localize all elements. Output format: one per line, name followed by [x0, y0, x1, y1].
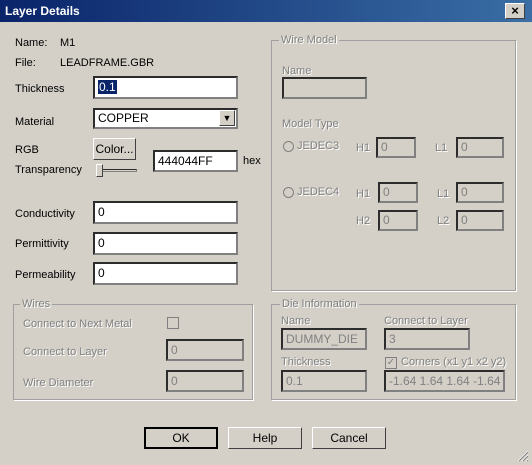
jedec4-l1-value: 0 — [461, 185, 468, 199]
die-thickness-value: 0.1 — [286, 374, 303, 388]
jedec4-h2-input[interactable]: 0 — [378, 210, 418, 231]
wire-model-name-input[interactable] — [282, 77, 367, 99]
color-hex-input[interactable]: 444044FF — [153, 150, 238, 172]
color-button[interactable]: Color... — [93, 138, 136, 160]
transparency-slider-thumb[interactable] — [96, 164, 103, 177]
die-name-input[interactable]: DUMMY_DIE — [281, 328, 367, 350]
jedec4-l2-input[interactable]: 0 — [456, 210, 504, 231]
wires-connect-layer-input[interactable]: 0 — [166, 339, 244, 361]
transparency-label: Transparency — [15, 164, 82, 176]
jedec4-label: JEDEC4 — [297, 186, 340, 198]
die-connect-layer-label: Connect to Layer — [384, 315, 468, 327]
thickness-input[interactable]: 0.1 — [93, 76, 238, 99]
jedec3-h1-input[interactable]: 0 — [376, 137, 416, 158]
thickness-value: 0.1 — [98, 80, 117, 94]
jedec4-h2-label: H2 — [356, 215, 371, 227]
permittivity-input[interactable]: 0 — [93, 232, 238, 255]
wires-connect-layer-value: 0 — [171, 343, 178, 357]
connect-next-metal-label: Connect to Next Metal — [23, 318, 132, 330]
file-value: LEADFRAME.GBR — [60, 57, 155, 69]
jedec4-l1-input[interactable]: 0 — [456, 182, 504, 203]
conductivity-label: Conductivity — [15, 208, 75, 220]
permittivity-label: Permittivity — [15, 238, 69, 250]
jedec3-label: JEDEC3 — [297, 140, 340, 152]
jedec3-l1-value: 0 — [461, 140, 468, 154]
jedec4-h1-input[interactable]: 0 — [378, 182, 418, 203]
conductivity-value: 0 — [98, 205, 105, 219]
permeability-value: 0 — [98, 266, 105, 280]
connect-next-metal-checkbox[interactable] — [167, 317, 179, 329]
permeability-input[interactable]: 0 — [93, 262, 238, 285]
close-button[interactable]: × — [505, 3, 525, 19]
corners-input[interactable]: -1.64 1.64 1.64 -1.64 — [384, 370, 505, 392]
jedec4-h2-value: 0 — [383, 213, 390, 227]
file-label: File: — [15, 57, 36, 69]
jedec4-l1-label: L1 — [437, 188, 450, 200]
jedec3-radio[interactable] — [283, 141, 294, 152]
color-hex-value: 444044FF — [158, 154, 213, 168]
conductivity-input[interactable]: 0 — [93, 201, 238, 224]
window-title: Layer Details — [5, 4, 80, 18]
name-value: M1 — [60, 37, 76, 49]
jedec3-l1-input[interactable]: 0 — [456, 137, 504, 158]
chevron-down-icon: ▼ — [222, 113, 232, 123]
jedec3-l1-label: L1 — [435, 142, 448, 154]
wire-model-group-label: Wire Model — [279, 34, 339, 46]
material-dropdown-button[interactable]: ▼ — [219, 110, 235, 126]
die-connect-layer-value: 3 — [389, 332, 396, 346]
wire-diameter-value: 0 — [171, 374, 178, 388]
wires-connect-layer-label: Connect to Layer — [23, 346, 107, 358]
hex-label: hex — [243, 155, 261, 167]
permeability-label: Permeability — [15, 269, 76, 281]
corners-value: -1.64 1.64 1.64 -1.64 — [389, 374, 501, 388]
die-info-group-label: Die Information — [280, 298, 359, 310]
thickness-label: Thickness — [15, 83, 65, 95]
wire-model-name-label: Name — [282, 65, 312, 77]
jedec4-h1-value: 0 — [383, 185, 390, 199]
jedec3-h1-value: 0 — [381, 140, 388, 154]
jedec4-l2-label: L2 — [437, 215, 450, 227]
ok-button[interactable]: OK — [144, 427, 218, 449]
transparency-slider-track[interactable] — [97, 169, 137, 172]
corners-checkbox[interactable]: ✓ — [385, 357, 397, 369]
jedec4-l2-value: 0 — [461, 213, 468, 227]
cancel-button[interactable]: Cancel — [312, 427, 386, 449]
rgb-label: RGB — [15, 144, 39, 156]
jedec4-radio[interactable] — [283, 187, 294, 198]
wires-group-label: Wires — [20, 298, 53, 310]
wire-diameter-input[interactable]: 0 — [166, 370, 244, 392]
model-type-label: Model Type — [282, 118, 339, 130]
close-icon: × — [511, 3, 519, 18]
die-thickness-label: Thickness — [281, 356, 331, 368]
jedec3-h1-label: H1 — [356, 142, 371, 154]
resize-grip-icon[interactable] — [517, 450, 529, 462]
jedec4-h1-label: H1 — [356, 188, 371, 200]
wire-diameter-label: Wire Diameter — [23, 377, 94, 389]
help-button[interactable]: Help — [228, 427, 302, 449]
die-connect-layer-input[interactable]: 3 — [384, 328, 470, 350]
corners-label: Corners (x1 y1 x2 y2) — [401, 356, 507, 368]
die-name-label: Name — [281, 315, 311, 327]
die-name-value: DUMMY_DIE — [286, 332, 359, 346]
material-label: Material — [15, 116, 55, 128]
name-label: Name: — [15, 37, 48, 49]
material-select[interactable]: COPPER — [93, 108, 238, 129]
die-thickness-input[interactable]: 0.1 — [281, 370, 367, 392]
permittivity-value: 0 — [98, 236, 105, 250]
material-value: COPPER — [98, 111, 149, 125]
